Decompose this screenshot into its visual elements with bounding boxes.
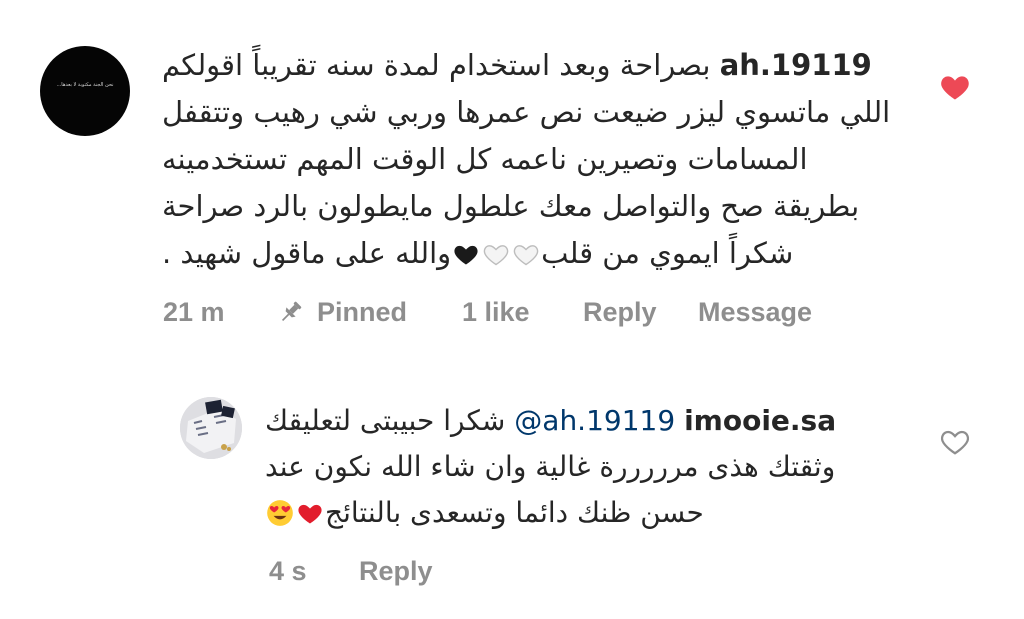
heart-filled-icon[interactable] (940, 73, 970, 101)
avatar-image (180, 397, 242, 459)
reply-button[interactable]: Reply (583, 297, 657, 328)
reply-timestamp: 4 s (269, 556, 307, 586)
comment-text-line-1: بصراحة وبعد استخدام لمدة سنه تقريباً اقو… (162, 48, 711, 82)
red-heart-emoji (298, 504, 322, 524)
comment-username[interactable]: ah.19119 (720, 48, 872, 82)
reply-text-line-2: وثقتك هذى مرررررة غالية وان شاء الله نكو… (265, 450, 836, 483)
comment-line-1: ah.19119 بصراحة وبعد استخدام لمدة سنه تق… (162, 42, 910, 89)
replier-avatar[interactable] (180, 397, 242, 459)
avatar-caption: نحن الجنة مكتوبة لا بعدها... (56, 82, 114, 88)
heart-eyes-emoji (267, 500, 293, 526)
pinned-label: Pinned (317, 297, 408, 327)
reply-body: imooie.sa @ah.19119 شكرا حبيبتى لتعليقك … (265, 398, 885, 536)
reply-text-line-3: حسن ظنك دائما وتسعدى بالنتائج (325, 496, 704, 529)
likes-count[interactable]: 1 like (462, 297, 530, 328)
message-button[interactable]: Message (698, 297, 812, 328)
comment-text-line-2: اللي ماتسوي ليزر ضيعت نص عمرها وربي شي ر… (162, 95, 891, 129)
pin-icon (281, 301, 302, 322)
white-heart-emoji (483, 245, 509, 266)
comment-body: ah.19119 بصراحة وبعد استخدام لمدة سنه تق… (162, 42, 910, 277)
black-heart-emoji (454, 245, 478, 265)
comment-line-5: شكراً ايموي من قلب والله على ماقول شهيد . (162, 230, 910, 277)
reply-text-line-1: شكرا حبيبتى لتعليقك (265, 404, 506, 437)
white-heart-emoji (513, 245, 539, 266)
comment-text-line-3: المسامات وتصيرين ناعمه كل الوقت المهم تس… (162, 142, 808, 176)
comment-text-line-5-end: والله على ماقول شهيد . (162, 236, 452, 270)
reply-line-1: imooie.sa @ah.19119 شكرا حبيبتى لتعليقك (265, 398, 885, 444)
reply-mention[interactable]: @ah.19119 (514, 404, 675, 437)
comment-text-line-4: بطريقة صح والتواصل معك علطول مايطولون با… (162, 189, 860, 223)
commenter-avatar[interactable]: نحن الجنة مكتوبة لا بعدها... (40, 46, 130, 136)
reply-reply-button[interactable]: Reply (359, 556, 433, 587)
heart-outline-icon[interactable] (940, 428, 970, 456)
comment-timestamp: 21 m (163, 297, 225, 327)
comment-text-line-5-start: شكراً ايموي من قلب (541, 236, 794, 270)
reply-line-3: حسن ظنك دائما وتسعدى بالنتائج (265, 490, 885, 536)
reply-username[interactable]: imooie.sa (684, 404, 836, 437)
